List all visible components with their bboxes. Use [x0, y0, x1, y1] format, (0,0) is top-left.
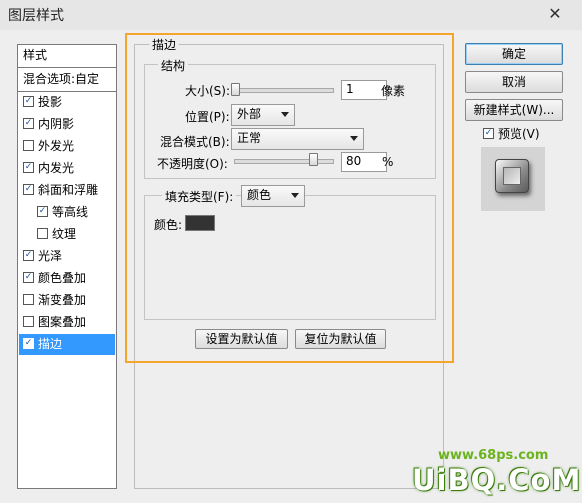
size-slider-thumb[interactable]	[231, 83, 240, 96]
chevron-down-icon	[350, 136, 358, 141]
fill-type-label: 填充类型(F):	[162, 188, 237, 205]
style-item-outer-glow[interactable]: 外发光	[19, 136, 115, 157]
opacity-input[interactable]: 80	[341, 152, 387, 172]
structure-title: 结构	[158, 57, 189, 74]
style-item-inner-shadow[interactable]: ✓ 内阴影	[19, 114, 115, 135]
fill-type-select[interactable]: 颜色	[241, 185, 305, 207]
checkbox-icon[interactable]: ✓	[23, 184, 34, 195]
style-item-label: 光泽	[38, 249, 63, 263]
position-select-value: 外部	[237, 107, 262, 121]
window-title: 图层样式	[8, 8, 64, 24]
watermark-brand: UiBQ.CoM	[412, 463, 582, 497]
blend-mode-label: 混合模式(B):	[160, 135, 230, 149]
style-item-bevel-emboss[interactable]: ✓ 斜面和浮雕	[19, 180, 115, 201]
blend-options-item[interactable]: 混合选项:自定	[19, 69, 115, 90]
checkbox-icon[interactable]: ✓	[23, 96, 34, 107]
size-label: 大小(S):	[185, 84, 231, 98]
style-item-contour[interactable]: ✓ 等高线	[19, 202, 115, 223]
opacity-label: 不透明度(O):	[157, 157, 228, 171]
style-item-label: 纹理	[52, 227, 77, 241]
opacity-slider-track[interactable]	[234, 159, 334, 164]
style-item-inner-glow[interactable]: ✓ 内发光	[19, 158, 115, 179]
checkbox-icon[interactable]: ✓	[23, 338, 34, 349]
style-item-label: 描边	[38, 337, 63, 351]
checkbox-icon[interactable]	[23, 316, 34, 327]
checkbox-icon[interactable]: ✓	[483, 128, 494, 139]
watermark-site: www.68ps.com	[438, 448, 549, 463]
preview-swatch-inner	[503, 167, 521, 185]
styles-list: 样式 混合选项:自定 ✓ 投影 ✓ 内阴影 外发光 ✓ 内发光 ✓ 斜面和浮雕 ✓ 等高线…	[17, 44, 117, 489]
style-item-label: 图案叠加	[38, 315, 87, 329]
preview-checkbox-row[interactable]: ✓ 预览(V)	[483, 125, 540, 142]
style-item-label: 等高线	[52, 205, 89, 219]
chevron-down-icon	[291, 193, 299, 198]
blend-mode-select-value: 正常	[237, 131, 262, 145]
ok-button[interactable]: 确定	[465, 43, 563, 65]
opacity-unit: %	[382, 155, 394, 169]
style-item-label: 斜面和浮雕	[38, 183, 99, 197]
size-unit: 像素	[381, 84, 406, 98]
checkbox-icon[interactable]	[23, 294, 34, 305]
style-item-gradient-overlay[interactable]: 渐变叠加	[19, 290, 115, 311]
position-label: 位置(P):	[185, 110, 230, 124]
color-label: 颜色:	[154, 218, 183, 232]
style-item-color-overlay[interactable]: ✓ 颜色叠加	[19, 268, 115, 289]
size-slider-track[interactable]	[234, 88, 334, 93]
style-item-label: 颜色叠加	[38, 271, 87, 285]
style-item-label: 投影	[38, 95, 63, 109]
style-item-label: 外发光	[38, 139, 75, 153]
color-swatch[interactable]	[185, 215, 215, 231]
styles-header[interactable]: 样式	[19, 45, 115, 66]
style-item-satin[interactable]: ✓ 光泽	[19, 246, 115, 267]
fill-groupbox	[144, 195, 436, 320]
style-item-pattern-overlay[interactable]: 图案叠加	[19, 312, 115, 333]
checkbox-icon[interactable]: ✓	[23, 272, 34, 283]
checkbox-icon[interactable]: ✓	[23, 162, 34, 173]
checkbox-icon[interactable]	[23, 140, 34, 151]
preview-label: 预览(V)	[498, 127, 540, 141]
style-item-label: 内阴影	[38, 117, 75, 131]
style-item-stroke[interactable]: ✓ 描边	[19, 334, 115, 355]
title-bar	[0, 0, 582, 30]
style-item-texture[interactable]: 纹理	[19, 224, 115, 245]
checkbox-icon[interactable]	[37, 228, 48, 239]
set-default-button[interactable]: 设置为默认值	[195, 329, 288, 349]
preview-thumbnail	[481, 147, 545, 211]
checkbox-icon[interactable]: ✓	[23, 250, 34, 261]
reset-default-button[interactable]: 复位为默认值	[295, 329, 386, 349]
opacity-slider-thumb[interactable]	[309, 153, 318, 166]
style-item-drop-shadow[interactable]: ✓ 投影	[19, 92, 115, 113]
checkbox-icon[interactable]: ✓	[23, 118, 34, 129]
checkbox-icon[interactable]: ✓	[37, 206, 48, 217]
chevron-down-icon	[281, 112, 289, 117]
style-item-label: 内发光	[38, 161, 75, 175]
blend-mode-select[interactable]: 正常	[231, 128, 364, 150]
stroke-section-title: 描边	[149, 36, 180, 53]
divider	[18, 67, 116, 68]
position-select[interactable]: 外部	[231, 104, 295, 126]
cancel-button[interactable]: 取消	[465, 71, 563, 93]
fill-type-select-value: 颜色	[247, 188, 272, 202]
new-style-button[interactable]: 新建样式(W)...	[465, 99, 563, 121]
close-icon[interactable]: ✕	[545, 4, 565, 24]
style-item-label: 渐变叠加	[38, 293, 87, 307]
